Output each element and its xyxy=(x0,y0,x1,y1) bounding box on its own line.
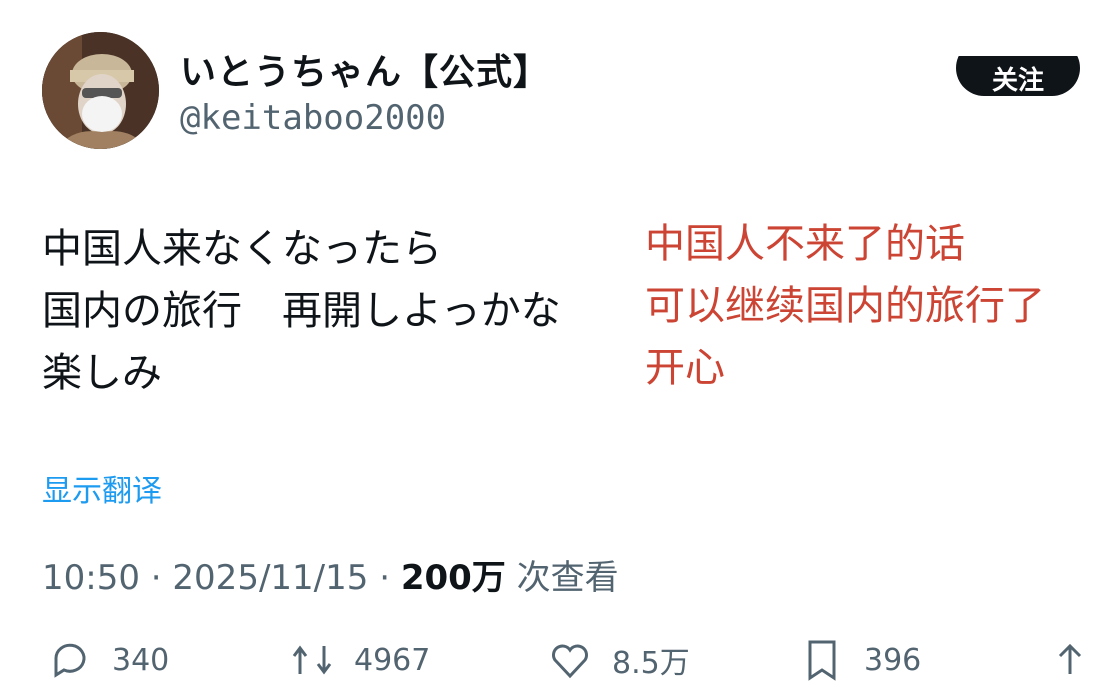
tweet-meta: 10:50 · 2025/11/15 · 200万 次查看 xyxy=(42,550,619,599)
translation-annotation: 中国人不来了的话 可以继续国内的旅行了 开心 xyxy=(645,213,1045,399)
views-count: 200万 xyxy=(400,558,506,598)
heart-icon xyxy=(552,644,588,679)
share-icon xyxy=(1058,643,1082,674)
show-translation-link[interactable]: 显示翻译 xyxy=(42,466,162,510)
tweet-text: 中国人来なくなったら 国内の旅行 再開しよっかな 楽しみ xyxy=(42,218,561,404)
retweet-icon xyxy=(292,645,332,675)
follow-button-label: 关注 xyxy=(991,65,1044,96)
profile-avatar[interactable] xyxy=(42,32,159,149)
tweet-line: 中国人来なくなったら xyxy=(42,226,442,272)
reply-count: 340 xyxy=(112,642,170,678)
translation-line: 可以继续国内的旅行了 xyxy=(645,283,1045,329)
action-bar: 340 4967 8.5万 396 xyxy=(0,630,1096,681)
like-count: 8.5万 xyxy=(612,646,690,681)
tweet-line: 楽しみ xyxy=(42,350,162,396)
user-handle[interactable]: @keitaboo2000 xyxy=(180,98,446,138)
meta-separator: · xyxy=(150,558,162,598)
retweet-count: 4967 xyxy=(354,642,431,678)
reply-icon xyxy=(54,643,86,678)
meta-separator: · xyxy=(379,558,391,598)
tweet-line: 国内の旅行 再開しよっかな xyxy=(42,288,561,334)
bookmark-icon xyxy=(808,640,836,681)
avatar-image xyxy=(42,32,159,149)
share-button[interactable] xyxy=(1048,638,1092,682)
like-button[interactable]: 8.5万 xyxy=(548,638,690,682)
translation-line: 开心 xyxy=(645,345,725,391)
tweet-date[interactable]: 2025/11/15 xyxy=(172,558,368,598)
follow-button-crop xyxy=(930,34,1096,56)
translation-line: 中国人不来了的话 xyxy=(645,221,965,267)
display-name[interactable]: いとうちゃん【公式】 xyxy=(180,43,550,95)
bookmark-button[interactable]: 396 xyxy=(800,638,921,682)
retweet-button[interactable]: 4967 xyxy=(290,638,430,682)
bookmark-count: 396 xyxy=(864,642,922,678)
reply-button[interactable]: 340 xyxy=(48,638,169,682)
tweet-time[interactable]: 10:50 xyxy=(42,558,140,598)
views-label: 次查看 xyxy=(516,558,619,598)
